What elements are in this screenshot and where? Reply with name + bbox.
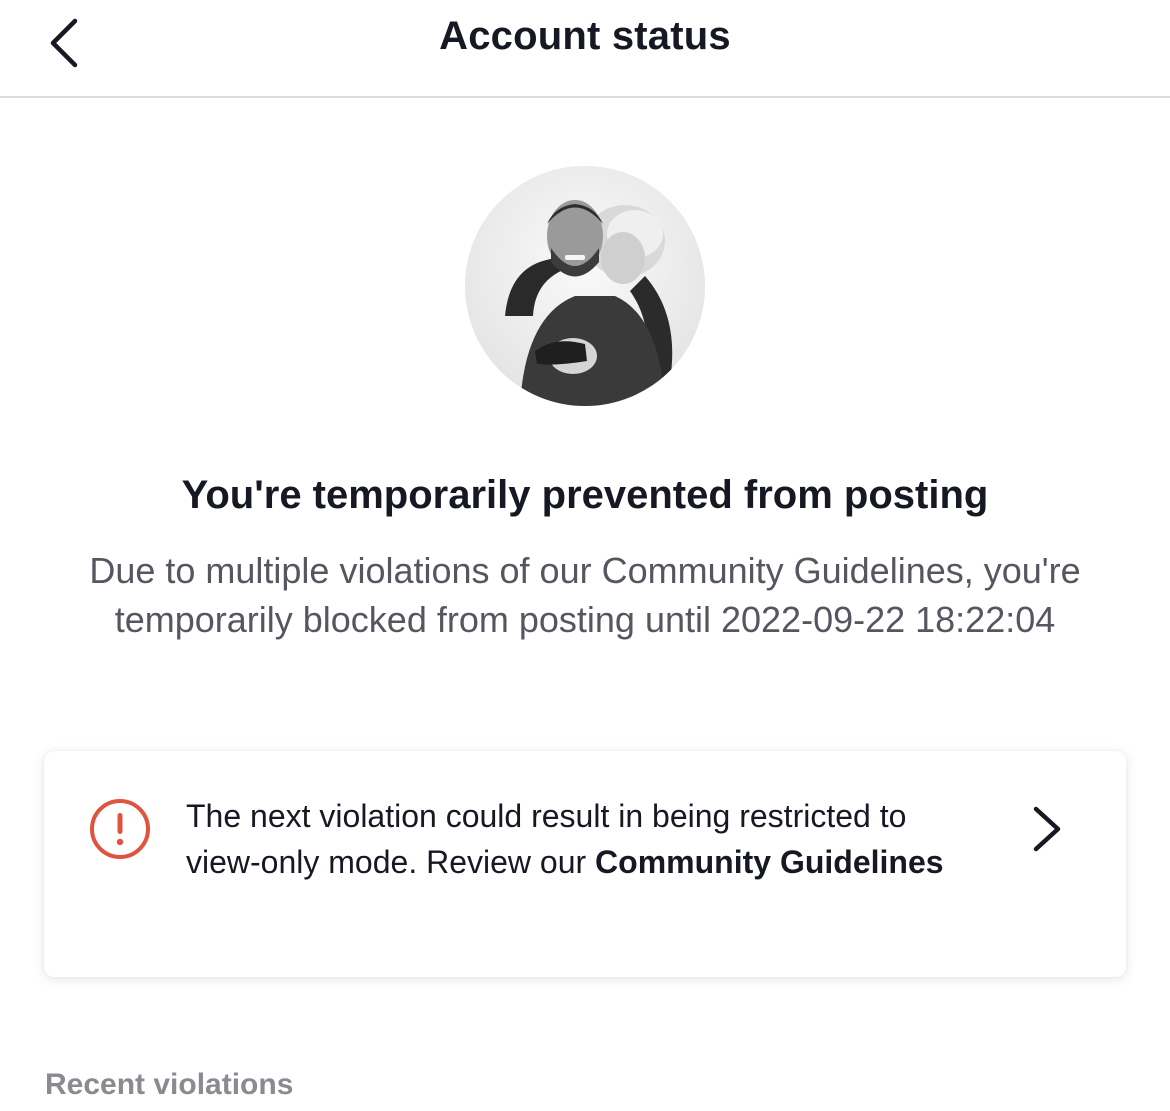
account-status-page: Account status You're temporarily preven…	[0, 0, 1170, 1111]
status-description: Due to multiple violations of our Commun…	[89, 550, 1081, 640]
guidelines-warning-card[interactable]: The next violation could result in being…	[44, 751, 1126, 977]
alert-circle-icon	[90, 799, 150, 859]
top-bar: Account status	[0, 0, 1170, 98]
avatar	[465, 166, 705, 406]
recent-violations-heading: Recent violations	[45, 1068, 294, 1101]
profile-photo	[465, 166, 705, 406]
community-guidelines-link[interactable]: Community Guidelines	[595, 844, 943, 880]
chevron-right-icon	[1033, 806, 1061, 852]
status-headline: You're temporarily prevented from postin…	[181, 473, 989, 517]
page-title: Account status	[439, 14, 731, 58]
warning-text: The next violation could result in being…	[186, 793, 976, 885]
